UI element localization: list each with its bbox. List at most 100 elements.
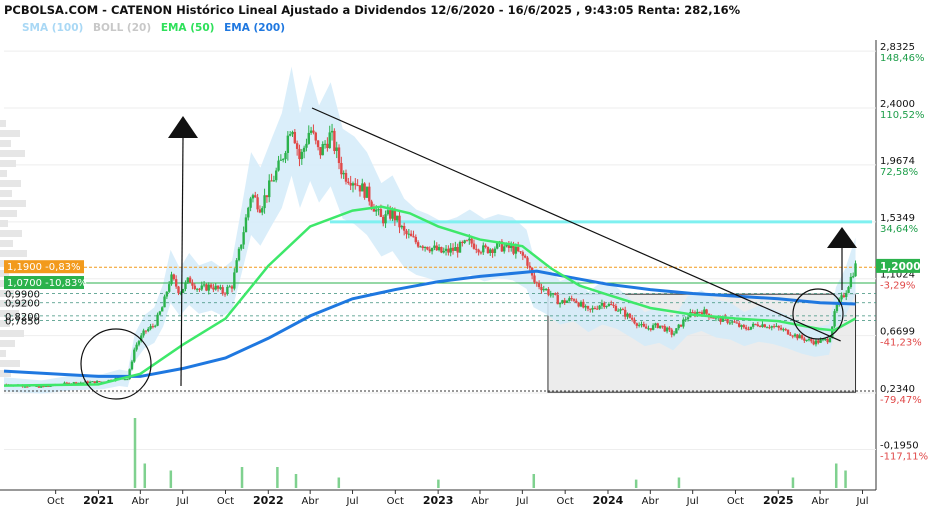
candle-body xyxy=(279,159,283,161)
x-tick-label: Oct xyxy=(727,496,744,507)
candle-body xyxy=(147,328,150,332)
candle-body xyxy=(386,210,390,215)
y-tick-price: 0,6699 xyxy=(880,327,915,338)
candle-body xyxy=(454,247,457,251)
candle-body xyxy=(503,246,506,252)
candle-body xyxy=(221,287,224,294)
candle-body xyxy=(751,323,755,327)
candle-body xyxy=(363,183,366,198)
candle-body xyxy=(765,327,769,329)
candle-body xyxy=(482,245,485,253)
candle-body xyxy=(188,277,192,283)
candle-body xyxy=(789,334,792,336)
candle-body xyxy=(389,210,392,219)
candle-body xyxy=(235,260,238,273)
candle-body xyxy=(644,326,648,329)
candle-body xyxy=(733,321,736,323)
candle-body xyxy=(831,326,834,338)
candle-body xyxy=(828,337,832,343)
candle-body xyxy=(172,274,176,280)
x-tick-label: Oct xyxy=(217,496,234,507)
candle-body xyxy=(444,248,448,251)
candle-body xyxy=(512,245,515,254)
candle-body xyxy=(477,249,480,253)
y-tick-percent: -79,47% xyxy=(880,395,922,406)
candle-body xyxy=(212,287,215,290)
target-arrow-shaft-2021 xyxy=(180,137,184,387)
y-tick-percent: 110,52% xyxy=(880,110,925,121)
candle-body xyxy=(242,232,245,245)
candle-body xyxy=(642,323,646,327)
breakout-circle-2021 xyxy=(80,328,152,400)
volume-profile-bar xyxy=(0,210,17,217)
candle-body xyxy=(612,304,615,306)
candle-body xyxy=(456,247,459,253)
candle-body xyxy=(484,245,487,247)
candle-body xyxy=(23,386,27,388)
candle-body xyxy=(579,301,583,307)
candle-body xyxy=(233,272,236,289)
candle-body xyxy=(163,296,166,308)
candle-body xyxy=(275,170,278,181)
candle-body xyxy=(293,131,297,144)
candle-body xyxy=(298,148,301,160)
candle-body xyxy=(219,287,222,289)
candle-body xyxy=(370,201,373,208)
y-tick-price: -0,1950 xyxy=(880,440,919,451)
volume-profile-bar xyxy=(0,350,6,357)
volume-bar xyxy=(294,474,298,488)
candle-body xyxy=(335,147,338,151)
candle-body xyxy=(623,309,627,317)
candle-body xyxy=(772,326,776,328)
candle-body xyxy=(491,249,494,253)
candle-body xyxy=(793,334,797,337)
candle-body xyxy=(549,294,552,296)
candle-body xyxy=(731,321,734,323)
candle-body xyxy=(458,242,462,253)
candle-body xyxy=(470,238,473,244)
candle-body xyxy=(561,300,564,303)
candle-body xyxy=(249,198,252,208)
candle-body xyxy=(535,282,538,284)
candle-body xyxy=(170,274,173,285)
volume-profile-bar xyxy=(0,140,11,147)
candle-body xyxy=(333,130,336,151)
candle-body xyxy=(526,257,529,266)
candle-body xyxy=(361,183,364,192)
y-tick-price: 2,8325 xyxy=(880,42,915,53)
candle-body xyxy=(651,325,655,330)
candle-body xyxy=(328,132,331,149)
candle-body xyxy=(337,147,341,163)
candle-body xyxy=(763,324,766,328)
candle-body xyxy=(619,309,622,311)
y-tick-price: 1,5349 xyxy=(880,213,915,224)
candle-body xyxy=(798,335,801,339)
candle-body xyxy=(779,327,783,330)
candle-body xyxy=(184,282,187,289)
x-tick-label: Jul xyxy=(345,496,358,507)
candle-body xyxy=(672,333,676,335)
y-tick-price: 2,4000 xyxy=(880,99,915,110)
candle-body xyxy=(544,289,548,291)
y-tick-price: 0,2340 xyxy=(880,384,915,395)
volume-bar xyxy=(677,477,681,488)
candle-body xyxy=(621,309,625,311)
candle-body xyxy=(737,323,741,327)
x-tick-label: 2024 xyxy=(593,494,624,507)
candle-body xyxy=(382,216,385,224)
candle-body xyxy=(284,152,287,160)
candle-body xyxy=(314,132,317,141)
candle-body xyxy=(330,130,334,133)
candle-body xyxy=(379,209,383,217)
x-tick-label: Abr xyxy=(812,496,830,507)
candle-body xyxy=(449,247,452,253)
candle-body xyxy=(614,305,618,311)
candle-body xyxy=(584,306,587,308)
candle-body xyxy=(551,293,555,295)
candle-body xyxy=(295,143,299,149)
candle-body xyxy=(368,186,371,202)
candle-body xyxy=(305,143,308,148)
candle-body xyxy=(256,197,259,210)
candle-body xyxy=(321,144,324,156)
level-label: 0,7850 xyxy=(5,317,40,328)
